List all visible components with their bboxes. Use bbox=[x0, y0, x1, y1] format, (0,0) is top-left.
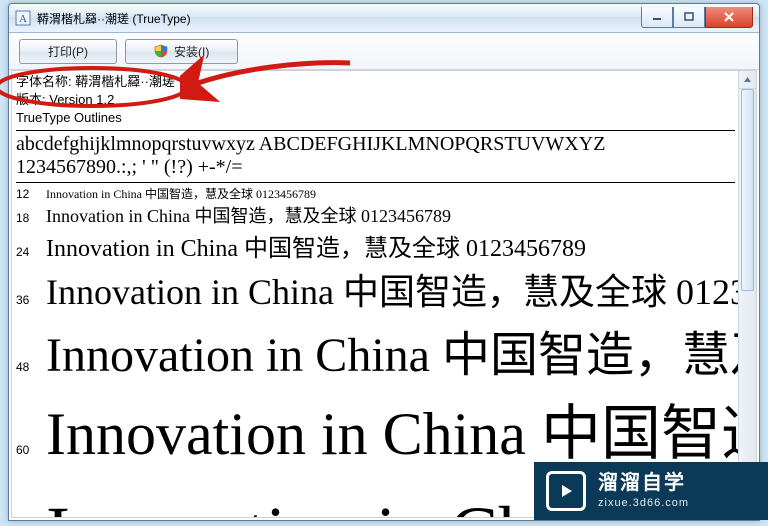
sample-row-60: 60Innovation in China 中国智造，慧及全球 01234567… bbox=[16, 385, 735, 472]
minimize-button[interactable] bbox=[641, 7, 673, 28]
print-button[interactable]: 打印(P) bbox=[19, 39, 117, 64]
sample-row-24: 24Innovation in China 中国智造，慧及全球 01234567… bbox=[16, 228, 735, 263]
sample-size-label: 48 bbox=[16, 360, 46, 374]
version-value: Version 1.2 bbox=[49, 92, 114, 107]
scroll-thumb[interactable] bbox=[741, 89, 754, 291]
sample-text: Innovation in China 中国智造，慧及全球 0123456789 bbox=[46, 228, 586, 263]
font-viewer-window: A 鞯渭楷札羄··潮瑳 (TrueType) 打印(P) bbox=[8, 3, 760, 521]
charset-line-2: 1234567890.:,; ' " (!?) +-*/= bbox=[16, 156, 735, 179]
version-row: 版本: Version 1.2 bbox=[16, 91, 735, 109]
window-controls bbox=[641, 7, 753, 27]
watermark-url: zixue.3d66.com bbox=[598, 497, 689, 510]
sample-text: Innovation in China 中国智造，慧及全球 0123456789 bbox=[46, 385, 739, 472]
version-label: 版本: bbox=[16, 92, 46, 107]
sample-size-label: 36 bbox=[16, 293, 46, 307]
svg-text:A: A bbox=[19, 13, 27, 25]
font-name-value: 鞯渭楷札羄··潮瑳 bbox=[75, 74, 175, 89]
sample-text: Innovation in China 中国智造，慧及全球 0123456789 bbox=[46, 315, 739, 385]
divider bbox=[16, 130, 735, 131]
print-button-label: 打印(P) bbox=[48, 43, 88, 60]
sample-text: Innovation in China 中国智造，慧及全球 0123456789 bbox=[46, 202, 451, 228]
install-button-label: 安装(I) bbox=[174, 43, 209, 60]
uac-shield-icon bbox=[154, 44, 168, 58]
sample-size-label: 24 bbox=[16, 245, 46, 259]
font-name-row: 字体名称: 鞯渭楷札羄··潮瑳 bbox=[16, 73, 735, 91]
font-name-label: 字体名称: bbox=[16, 74, 72, 89]
sample-size-label: 12 bbox=[16, 187, 46, 201]
sample-size-label: 18 bbox=[16, 211, 46, 225]
watermark-badge: 溜溜自学 zixue.3d66.com bbox=[534, 462, 768, 520]
maximize-button[interactable] bbox=[673, 7, 705, 28]
sample-row-48: 48Innovation in China 中国智造，慧及全球 01234567… bbox=[16, 315, 735, 385]
sample-text: Innovation in China 中国智造，慧及全球 0123456789 bbox=[46, 263, 739, 315]
vertical-scrollbar[interactable] bbox=[738, 71, 756, 517]
sample-row-36: 36Innovation in China 中国智造，慧及全球 01234567… bbox=[16, 263, 735, 315]
sample-size-label: 60 bbox=[16, 443, 46, 457]
titlebar[interactable]: A 鞯渭楷札羄··潮瑳 (TrueType) bbox=[9, 4, 759, 33]
font-app-icon: A bbox=[15, 10, 31, 26]
preview-pane: 字体名称: 鞯渭楷札羄··潮瑳 版本: Version 1.2 TrueType… bbox=[11, 70, 757, 518]
close-button[interactable] bbox=[705, 7, 753, 28]
toolbar: 打印(P) 安装(I) bbox=[9, 33, 759, 70]
sample-text: Innovation in China 中国智造，慧及全球 0123456789 bbox=[46, 185, 316, 202]
sample-row-12: 12Innovation in China 中国智造，慧及全球 01234567… bbox=[16, 185, 735, 202]
watermark-brand: 溜溜自学 bbox=[598, 472, 689, 495]
window-title: 鞯渭楷札羄··潮瑳 (TrueType) bbox=[37, 10, 641, 27]
charset-line-1: abcdefghijklmnopqrstuvwxyz ABCDEFGHIJKLM… bbox=[16, 133, 735, 156]
install-button[interactable]: 安装(I) bbox=[125, 39, 238, 64]
sample-row-18: 18Innovation in China 中国智造，慧及全球 01234567… bbox=[16, 202, 735, 228]
play-icon bbox=[546, 471, 586, 511]
divider bbox=[16, 182, 735, 183]
scroll-up-button[interactable] bbox=[739, 71, 756, 89]
outlines-row: TrueType Outlines bbox=[16, 109, 735, 127]
